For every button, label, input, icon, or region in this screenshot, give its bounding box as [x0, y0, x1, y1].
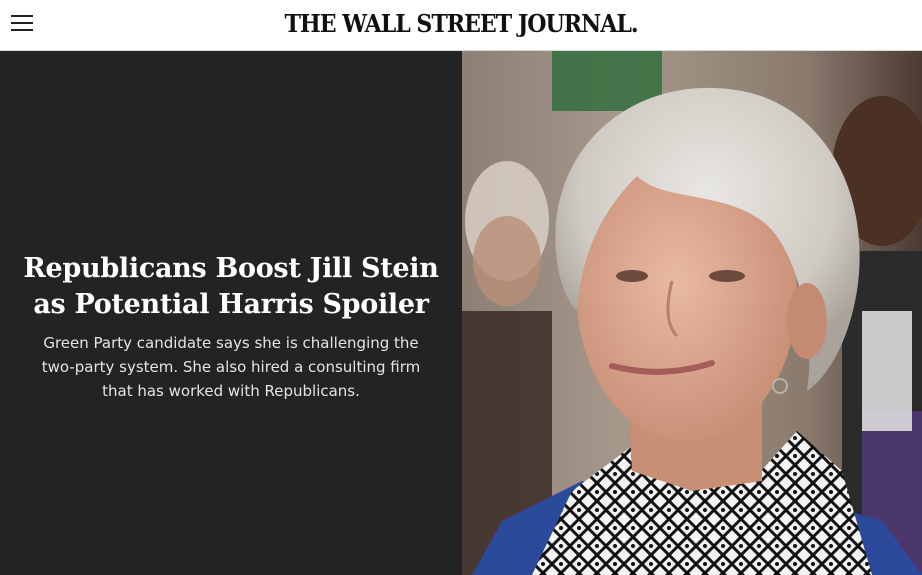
- hero-story[interactable]: Republicans Boost Jill Stein as Potentia…: [0, 51, 922, 575]
- menu-line: [11, 15, 33, 17]
- masthead-logo[interactable]: THE WALL STREET JOURNAL.: [37, 9, 885, 38]
- top-navigation-bar: THE WALL STREET JOURNAL.: [0, 0, 922, 51]
- hero-photo[interactable]: [462, 51, 922, 575]
- portrait-image: [462, 51, 922, 575]
- hero-summary: Green Party candidate says she is challe…: [41, 334, 421, 400]
- hamburger-menu-icon[interactable]: [11, 14, 33, 32]
- menu-line: [11, 29, 33, 31]
- hero-headline[interactable]: Republicans Boost Jill Stein as Potentia…: [20, 251, 442, 323]
- hero-text-panel: Republicans Boost Jill Stein as Potentia…: [0, 51, 462, 575]
- menu-line: [11, 22, 33, 24]
